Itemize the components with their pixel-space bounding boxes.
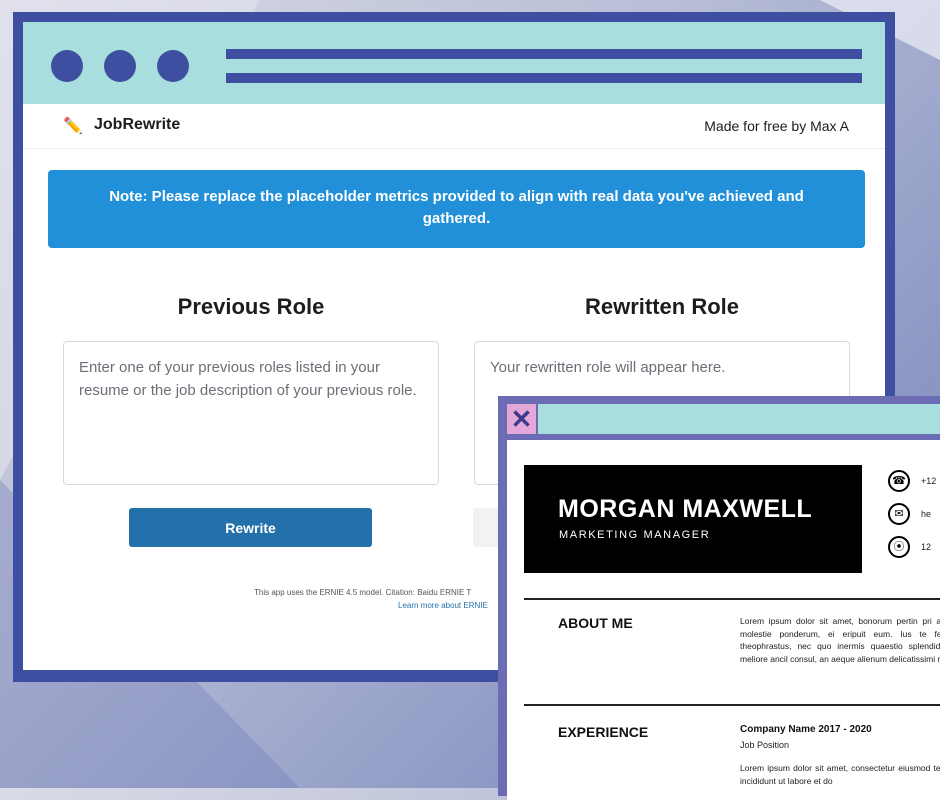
experience-company: Company Name 2017 - 2020	[740, 724, 872, 735]
resume-name-block: MORGAN MAXWELL MARKETING MANAGER	[524, 465, 862, 573]
phone-icon: ☎	[888, 470, 910, 492]
contact-address: 12	[921, 542, 932, 552]
footer-learn-more-link[interactable]: Learn more about ERNIE	[398, 601, 488, 610]
app-header: ✏️ JobRewrite Made for free by Max A	[23, 104, 885, 149]
contact-email: he	[921, 509, 932, 519]
previous-role-input[interactable]: Enter one of your previous roles listed …	[63, 341, 439, 485]
made-by-link[interactable]: Made for free by Max A	[704, 118, 849, 134]
close-icon[interactable]: ✕	[507, 404, 536, 434]
mail-icon: ✉	[888, 503, 910, 525]
window-dot-icon[interactable]	[157, 50, 189, 82]
location-icon: ⦿	[888, 536, 910, 558]
rewritten-role-title: Rewritten Role	[584, 294, 740, 319]
experience-heading: EXPERIENCE	[558, 724, 649, 740]
previous-role-title: Previous Role	[177, 294, 325, 319]
about-heading: ABOUT ME	[558, 615, 633, 631]
section-divider	[524, 704, 940, 706]
resume-page: MORGAN MAXWELL MARKETING MANAGER ☎ +12 ✉…	[507, 440, 940, 800]
experience-position: Job Position	[740, 740, 790, 750]
titlebar-line	[226, 49, 862, 59]
contact-phone: +12	[921, 476, 937, 486]
window-dot-icon[interactable]	[51, 50, 83, 82]
rewrite-button[interactable]: Rewrite	[129, 508, 372, 547]
experience-text: Lorem ipsum dolor sit amet, consectetur …	[740, 763, 940, 786]
window-titlebar	[23, 22, 885, 104]
pencil-icon: ✏️	[63, 118, 83, 135]
app-name[interactable]: JobRewrite	[94, 116, 180, 134]
resume-window: ✕ MORGAN MAXWELL MARKETING MANAGER ☎ +12…	[498, 396, 940, 800]
titlebar-line	[226, 73, 862, 83]
resume-titlebar	[538, 404, 940, 434]
footer-citation: This app uses the ERNIE 4.5 model. Citat…	[254, 588, 472, 597]
about-text: Lorem ipsum dolor sit amet, bonorum pert…	[740, 616, 940, 664]
section-divider	[524, 598, 940, 600]
resume-job-title: MARKETING MANAGER	[559, 529, 711, 541]
resume-name: MORGAN MAXWELL	[558, 495, 813, 523]
note-banner: Note: Please replace the placeholder met…	[48, 170, 865, 248]
window-dot-icon[interactable]	[104, 50, 136, 82]
